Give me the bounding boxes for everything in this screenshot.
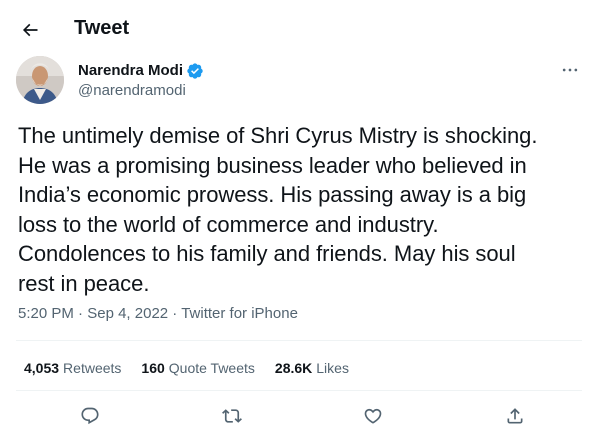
divider [16, 390, 582, 391]
tweet-author: Narendra Modi @narendramodi [16, 56, 582, 108]
reply-button[interactable] [78, 404, 102, 428]
meta-separator: · [172, 305, 178, 322]
author-handle[interactable]: @narendramodi [78, 82, 186, 100]
likes-label: Likes [316, 360, 349, 376]
share-button[interactable] [503, 404, 527, 428]
tweet-actions [0, 398, 598, 434]
tweet-date[interactable]: Sep 4, 2022 [87, 305, 168, 322]
retweets-stat[interactable]: 4,053 Retweets [24, 358, 121, 378]
tweet-stats: 4,053 Retweets 160 Quote Tweets 28.6K Likes [24, 358, 369, 378]
quotes-stat[interactable]: 160 Quote Tweets [141, 358, 255, 378]
tweet-metadata: 5:20 PM · Sep 4, 2022 · Twitter for iPho… [18, 304, 298, 324]
retweet-button[interactable] [220, 404, 244, 428]
more-horizontal-icon [562, 68, 578, 72]
name-row: Narendra Modi [78, 61, 204, 81]
quotes-label: Quote Tweets [168, 360, 255, 376]
retweet-icon [222, 409, 242, 423]
retweets-count: 4,053 [24, 360, 60, 376]
back-button[interactable] [12, 12, 48, 48]
likes-count: 28.6K [274, 360, 313, 376]
arrow-left-icon [22, 23, 38, 37]
tweet-time[interactable]: 5:20 PM [18, 305, 74, 322]
divider [16, 340, 582, 341]
tweet-header: Tweet [0, 0, 598, 56]
tweet-source[interactable]: Twitter for iPhone [181, 305, 298, 322]
likes-stat[interactable]: 28.6K Likes [275, 358, 349, 378]
tweet-text: The untimely demise of Shri Cyrus Mistry… [18, 123, 538, 296]
author-name[interactable]: Narendra Modi [78, 61, 183, 81]
share-icon [507, 408, 523, 424]
page-title: Tweet [74, 17, 130, 39]
avatar[interactable] [16, 56, 64, 104]
heart-icon [364, 408, 382, 424]
like-button[interactable] [361, 404, 385, 428]
verified-badge-icon [187, 63, 203, 79]
quotes-count: 160 [141, 360, 165, 376]
meta-separator: · [78, 305, 84, 322]
more-button[interactable] [558, 58, 582, 82]
retweets-label: Retweets [63, 360, 122, 376]
reply-icon [81, 407, 99, 425]
